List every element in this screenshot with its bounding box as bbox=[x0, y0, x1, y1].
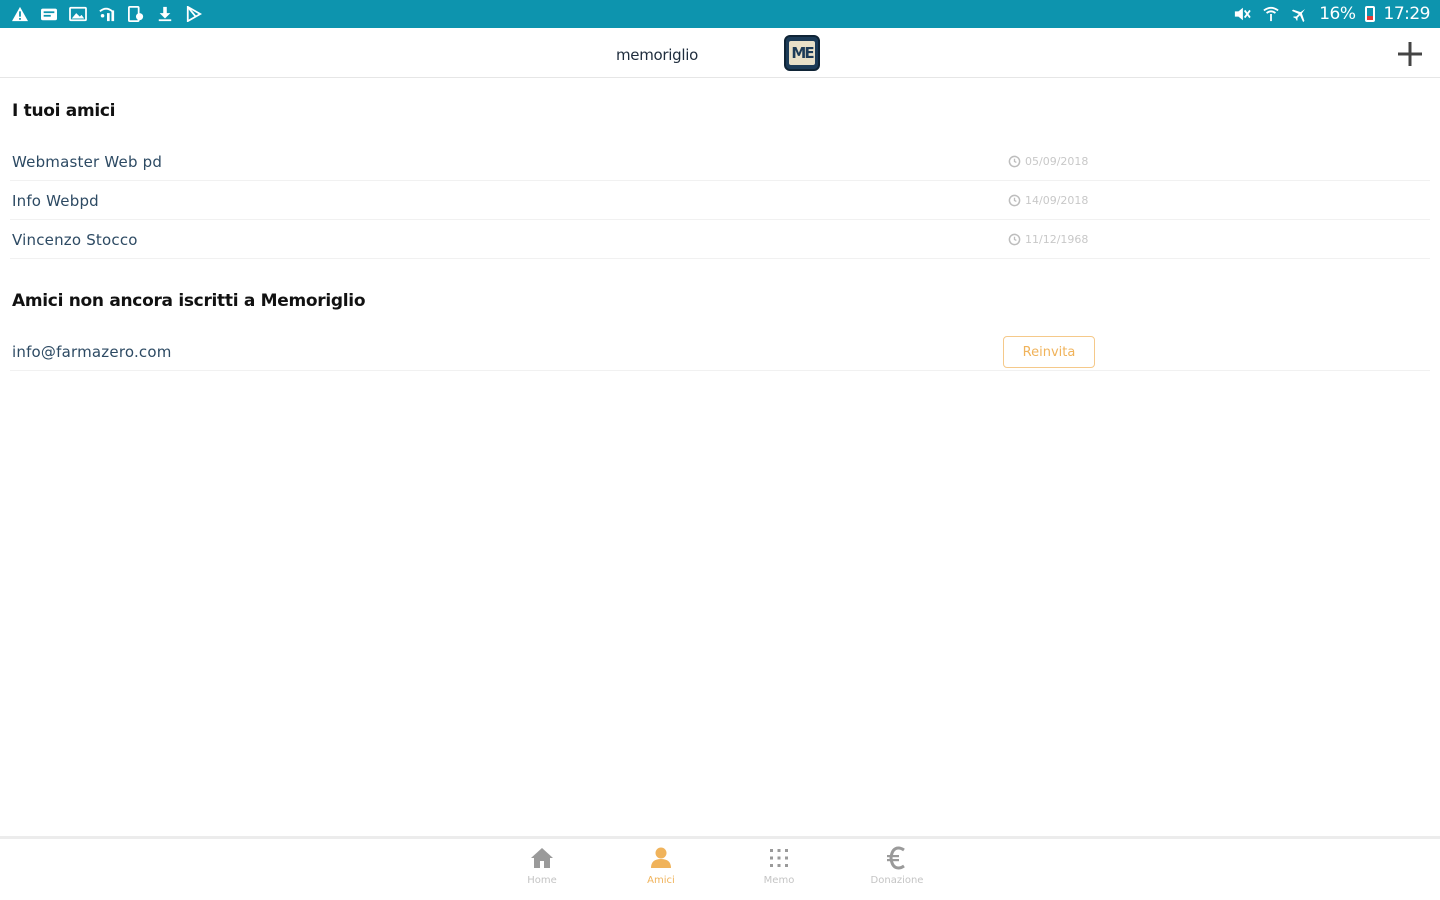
status-right: 16% 17:29 bbox=[1232, 4, 1430, 24]
battery-icon bbox=[1364, 6, 1375, 22]
battery-percent: 16% bbox=[1319, 4, 1356, 24]
clock-icon bbox=[1008, 233, 1021, 246]
friend-date: 14/09/2018 bbox=[1008, 194, 1088, 207]
clock-time: 17:29 bbox=[1383, 4, 1431, 24]
clock-icon bbox=[1008, 155, 1021, 168]
add-friend-button[interactable] bbox=[1394, 38, 1426, 70]
plus-icon bbox=[1398, 42, 1422, 66]
friend-row[interactable]: Vincenzo Stocco 11/12/1968 bbox=[10, 221, 1430, 259]
friend-name[interactable]: Info Webpd bbox=[12, 192, 99, 210]
friends-section-title: I tuoi amici bbox=[12, 101, 116, 121]
download-icon bbox=[155, 5, 175, 23]
app-header: memoriglio ME bbox=[0, 28, 1440, 78]
nav-memo[interactable]: Memo bbox=[739, 845, 819, 886]
friend-date-text: 14/09/2018 bbox=[1025, 194, 1089, 207]
nav-memo-label: Memo bbox=[763, 875, 795, 886]
reinvite-button[interactable]: Reinvita bbox=[1003, 336, 1095, 368]
app-title: memoriglio bbox=[616, 46, 698, 64]
nav-donazione[interactable]: Donazione bbox=[857, 845, 937, 886]
friend-date: 11/12/1968 bbox=[1008, 233, 1088, 246]
euro-icon bbox=[887, 846, 905, 870]
image-icon bbox=[68, 5, 88, 23]
home-icon bbox=[531, 848, 553, 868]
pending-email: info@farmazero.com bbox=[12, 342, 172, 361]
nav-home-label: Home bbox=[527, 875, 557, 886]
nav-amici[interactable]: Amici bbox=[621, 845, 701, 886]
clock-icon bbox=[1008, 194, 1021, 207]
friend-date-text: 05/09/2018 bbox=[1025, 155, 1089, 168]
status-left-icons bbox=[10, 5, 204, 23]
person-icon bbox=[651, 847, 671, 868]
message-icon bbox=[39, 5, 59, 23]
friend-name[interactable]: Webmaster Web pd bbox=[12, 153, 162, 171]
friend-row[interactable]: Info Webpd 14/09/2018 bbox=[10, 182, 1430, 220]
pending-invite-row: info@farmazero.com Reinvita bbox=[10, 333, 1430, 371]
bottom-nav: Home Amici Memo Donazione bbox=[0, 836, 1440, 900]
nav-amici-label: Amici bbox=[647, 875, 675, 886]
wifi-icon bbox=[1261, 5, 1281, 23]
nav-donazione-label: Donazione bbox=[870, 875, 924, 886]
friend-row[interactable]: Webmaster Web pd 05/09/2018 bbox=[10, 143, 1430, 181]
play-store-icon bbox=[184, 5, 204, 23]
friend-name[interactable]: Vincenzo Stocco bbox=[12, 231, 138, 249]
logo-mark: ME bbox=[789, 41, 815, 65]
app-logo: ME bbox=[784, 35, 820, 71]
mute-icon bbox=[1232, 5, 1252, 23]
grid-icon bbox=[770, 849, 788, 867]
friend-date-text: 11/12/1968 bbox=[1025, 233, 1089, 246]
nav-home[interactable]: Home bbox=[502, 845, 582, 886]
friend-date: 05/09/2018 bbox=[1008, 155, 1088, 168]
status-bar: 16% 17:29 bbox=[0, 0, 1440, 28]
airplane-mode-icon bbox=[1290, 5, 1310, 23]
warning-icon bbox=[10, 5, 30, 23]
wifi-signal-icon bbox=[97, 5, 117, 23]
device-icon bbox=[126, 5, 146, 23]
pending-section-title: Amici non ancora iscritti a Memoriglio bbox=[12, 291, 366, 311]
